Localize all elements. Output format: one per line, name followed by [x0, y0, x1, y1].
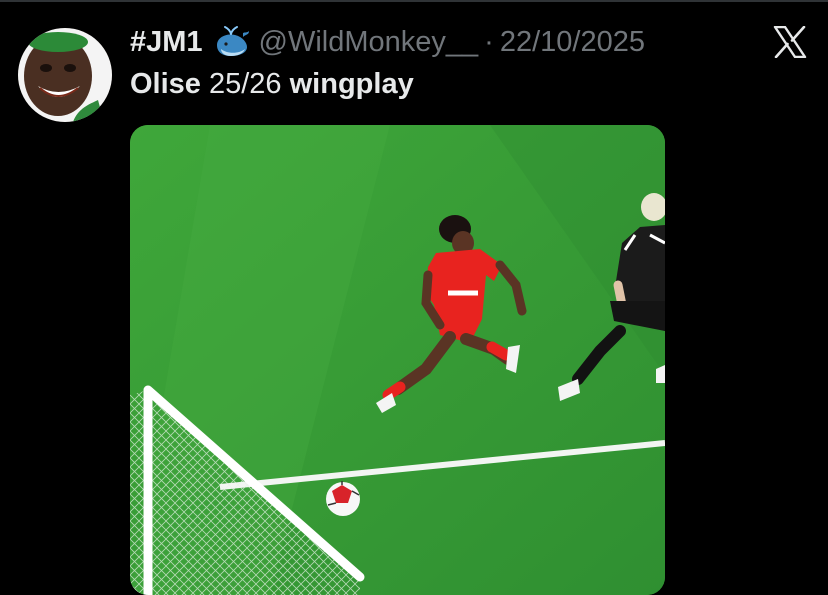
- avatar-image: [18, 28, 112, 122]
- display-name[interactable]: #JM1: [130, 26, 203, 59]
- x-logo-icon[interactable]: [772, 24, 808, 60]
- tweet-media[interactable]: [130, 125, 665, 595]
- top-divider: [0, 0, 828, 2]
- whale-emoji-icon: [213, 25, 251, 59]
- tweet-text: Olise 25/26 wingplay: [130, 68, 414, 101]
- tweet-text-season: 25/26: [200, 68, 290, 100]
- avatar[interactable]: [18, 28, 112, 122]
- timestamp[interactable]: 22/10/2025: [500, 26, 645, 59]
- tweet-header: #JM1 @WildMonkey__ · 22/10/2025: [130, 22, 645, 62]
- separator-dot: ·: [484, 25, 494, 58]
- tweet-text-bold-topic: wingplay: [289, 68, 414, 100]
- football-match-image: [130, 125, 665, 595]
- tweet-text-bold-name: Olise: [130, 68, 201, 100]
- user-handle[interactable]: @WildMonkey__: [259, 26, 479, 59]
